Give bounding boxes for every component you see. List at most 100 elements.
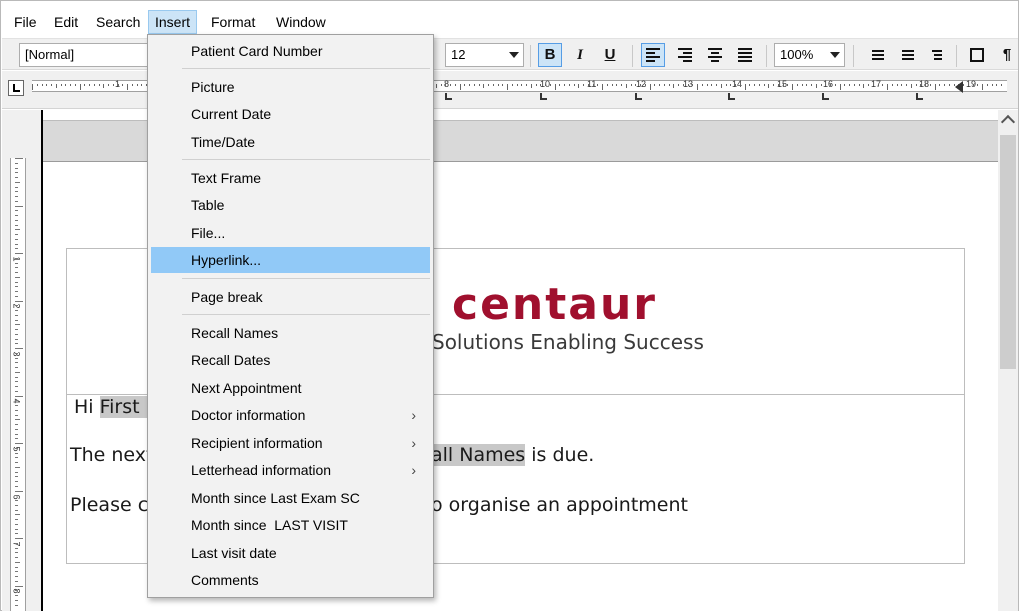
menu-item-patient-card-number[interactable]: Patient Card Number: [151, 38, 430, 64]
chevron-right-icon: ›: [411, 435, 416, 451]
greeting-line[interactable]: Hi First n: [74, 396, 158, 418]
ruler-tick: [15, 229, 20, 231]
italic-button[interactable]: I: [568, 43, 592, 67]
underline-button[interactable]: U: [598, 43, 622, 67]
menu-item-time-date[interactable]: Time/Date: [151, 129, 430, 155]
menu-item-letterhead-information[interactable]: Letterhead information ›: [151, 457, 430, 483]
menu-item-next-appointment[interactable]: Next Appointment: [151, 375, 430, 401]
menu-item-doctor-information[interactable]: Doctor information ›: [151, 402, 430, 428]
chevron-down-icon: [509, 52, 519, 58]
menu-search[interactable]: Search: [94, 12, 142, 32]
ruler-tick: [925, 84, 926, 86]
vertical-ruler-strip[interactable]: 1 2 3 4 5 6 7 8: [10, 158, 26, 611]
tab-stop-marker[interactable]: [916, 93, 923, 100]
ruler-tick: [15, 324, 20, 326]
ruler-tick: [592, 84, 594, 86]
outline-list-button[interactable]: [923, 43, 947, 67]
ruler-tick: [526, 84, 527, 86]
ruler-tick: [768, 84, 770, 88]
tab-selector-icon[interactable]: [8, 80, 24, 96]
menu-item-comments[interactable]: Comments: [151, 567, 430, 593]
ruler-tick: [93, 84, 95, 86]
ruler-tick: [616, 84, 618, 86]
menu-item-month-since-last-visit[interactable]: Month since LAST VISIT: [151, 512, 430, 538]
ruler-tick: [15, 585, 23, 587]
ruler-tick: [763, 84, 765, 86]
tab-stop-marker[interactable]: [728, 93, 735, 100]
ruler-tick: [663, 84, 665, 86]
appointment-line[interactable]: Please c: [70, 494, 148, 516]
tab-stop-marker[interactable]: [540, 93, 547, 100]
tab-stop-marker[interactable]: [822, 93, 829, 100]
ruler-tick: [79, 84, 81, 90]
menu-item-page-break[interactable]: Page break: [151, 284, 430, 310]
menu-item-picture[interactable]: Picture: [151, 74, 430, 100]
right-indent-marker[interactable]: [955, 81, 963, 93]
menu-item-label: Recipient information: [191, 435, 323, 451]
menu-item-recall-dates[interactable]: Recall Dates: [151, 347, 430, 373]
recall-line[interactable]: The next: [70, 444, 153, 466]
bold-button[interactable]: B: [538, 43, 562, 67]
align-center-button[interactable]: [703, 43, 727, 67]
menu-item-label: Time/Date: [191, 134, 256, 150]
ruler-tick: [15, 471, 18, 473]
numbered-list-button[interactable]: [863, 43, 887, 67]
ruler-tick: [46, 84, 48, 86]
show-formatting-button[interactable]: ¶: [995, 43, 1019, 67]
menu-item-last-visit-date[interactable]: Last visit date: [151, 540, 430, 566]
ruler-tick: [15, 466, 20, 468]
scroll-up-arrow-icon[interactable]: [1000, 114, 1016, 130]
menu-item-recipient-information[interactable]: Recipient information ›: [151, 430, 430, 456]
ruler-tick: [877, 84, 879, 86]
align-left-button[interactable]: [641, 43, 665, 67]
ruler-tick: [777, 84, 779, 86]
recall-names-field[interactable]: all Names: [431, 444, 526, 466]
menu-window[interactable]: Window: [274, 12, 328, 32]
zoom-value: 100%: [780, 47, 814, 62]
ruler-tick: [60, 84, 62, 86]
menu-item-label: Recall Dates: [191, 352, 271, 368]
ruler-tick: [15, 428, 18, 430]
zoom-select[interactable]: 100%: [774, 43, 845, 67]
appointment-line-continued[interactable]: o organise an appointment: [431, 494, 688, 516]
align-justify-icon: [738, 46, 752, 64]
menu-item-label: Letterhead information: [191, 462, 332, 478]
ruler-tick: [573, 84, 575, 86]
style-select[interactable]: [Normal]: [19, 43, 154, 67]
tab-stop-marker[interactable]: [445, 93, 452, 100]
ruler-tick: [568, 84, 570, 86]
menu-item-table[interactable]: Table: [151, 192, 430, 218]
appointment-line-end: o organise an appointment: [431, 494, 688, 516]
ruler-tick: [815, 84, 817, 88]
menu-item-file[interactable]: File...: [151, 220, 430, 246]
ruler-tick: [720, 84, 722, 88]
ruler-tick: [15, 509, 18, 511]
scrollbar-thumb[interactable]: [1000, 135, 1016, 369]
tab-stop-marker[interactable]: [635, 93, 642, 100]
menu-item-text-frame[interactable]: Text Frame: [151, 165, 430, 191]
ruler-tick: [488, 84, 489, 86]
ruler-tick: [711, 84, 713, 86]
menu-item-hyperlink[interactable]: Hyperlink...: [151, 247, 430, 273]
bullet-list-button[interactable]: [893, 43, 917, 67]
vertical-scrollbar[interactable]: [998, 110, 1018, 611]
menu-item-current-date[interactable]: Current Date: [151, 101, 430, 127]
menu-file[interactable]: File: [12, 12, 39, 32]
recall-line-continued[interactable]: all Names is due.: [431, 444, 594, 466]
ruler-tick: [730, 84, 732, 86]
menu-insert[interactable]: Insert: [148, 10, 198, 34]
align-justify-button[interactable]: [733, 43, 757, 67]
menu-item-month-since-last-exam[interactable]: Month since Last Exam SC: [151, 485, 430, 511]
align-right-icon: [678, 46, 692, 64]
menu-item-recall-names[interactable]: Recall Names: [151, 320, 430, 346]
ruler-tick: [492, 84, 494, 86]
frame-button[interactable]: [965, 43, 989, 67]
ruler-tick: [15, 281, 18, 283]
font-size-select[interactable]: 12: [445, 43, 524, 67]
ruler-tick: [735, 84, 736, 86]
menu-edit[interactable]: Edit: [52, 12, 80, 32]
align-right-button[interactable]: [673, 43, 697, 67]
ruler-tick: [635, 84, 637, 86]
menu-format[interactable]: Format: [209, 12, 257, 32]
ruler-tick: [820, 84, 822, 86]
